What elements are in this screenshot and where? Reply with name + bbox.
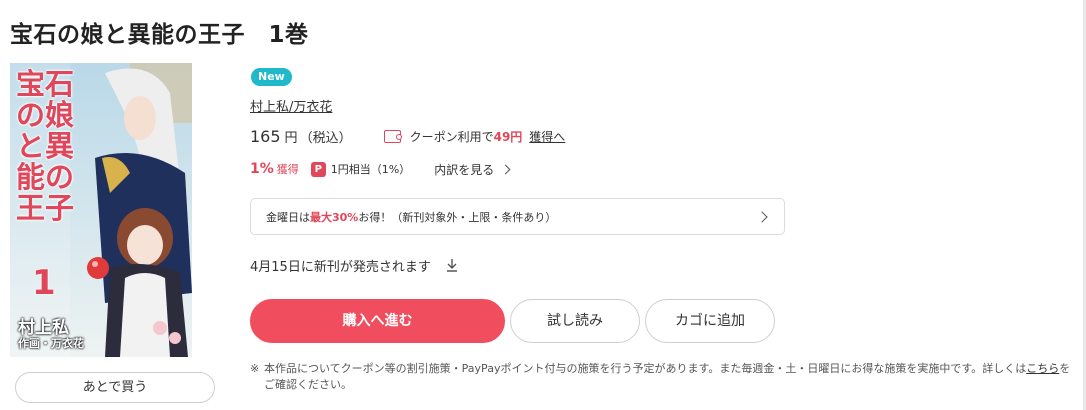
trial-read-button[interactable]: 試し読み	[510, 299, 640, 343]
promo-suffix: お得！（新刊対象外・上限・条件あり）	[358, 210, 557, 224]
cover-title-text: 宝石の娘と異能の王子	[16, 69, 84, 224]
author-link[interactable]: 村上私/万衣花	[250, 96, 332, 115]
points-breakdown-label: 内訳を見る	[434, 162, 495, 177]
paypay-icon: P	[310, 161, 326, 177]
buy-later-button[interactable]: あとで買う	[15, 372, 215, 403]
points-breakdown-link[interactable]: 内訳を見る	[434, 161, 511, 178]
cover-title-chars: 宝石の娘と異能の王子	[16, 67, 75, 225]
campaign-note: ※ 本作品についてクーポン等の割引施策・PayPayポイント付与の施策を行う予定…	[250, 361, 1080, 393]
coupon-amount: 49円	[493, 129, 523, 144]
promo-emphasis: 最大30%	[310, 210, 359, 224]
release-notice: 4月15日に新刊が発売されます	[250, 256, 459, 275]
coupon-get-link[interactable]: 獲得へ	[529, 128, 565, 145]
note-details-link[interactable]: こちら	[1026, 362, 1059, 375]
points-label: 獲得	[276, 163, 299, 176]
note-body: 本作品についてクーポン等の割引施策・PayPayポイント付与の施策を行う予定があ…	[250, 361, 1080, 393]
points-rate: 1%	[250, 161, 274, 177]
purchase-button[interactable]: 購入へ進む	[250, 299, 505, 343]
price-amount: 165	[250, 126, 281, 146]
note-mark: ※	[250, 362, 260, 375]
chevron-right-icon	[500, 164, 511, 174]
price-row: 165 円 （税込） クーポン利用で 49円 獲得へ	[250, 126, 565, 146]
book-cover-image[interactable]: 宝石の娘と異能の王子 1 村上私 作画・万衣花	[10, 63, 192, 357]
coupon-prefix: クーポン利用で	[409, 129, 494, 144]
friday-promo-banner[interactable]: 金曜日は 最大30% お得！（新刊対象外・上限・条件あり）	[250, 198, 785, 235]
price-tax-label: （税込）	[299, 130, 352, 146]
price-unit: 円	[284, 130, 298, 146]
cover-illustrator-credit: 作画・万衣花	[18, 337, 84, 350]
page-title: 宝石の娘と異能の王子 1巻	[10, 22, 309, 48]
download-arrow-icon[interactable]	[445, 258, 459, 272]
chevron-right-icon	[756, 211, 768, 223]
release-text: 4月15日に新刊が発売されます	[250, 259, 431, 275]
add-to-cart-button[interactable]: カゴに追加	[645, 299, 775, 343]
paypay-points-text: 1円相当（1%）	[330, 163, 411, 176]
new-badge: New	[251, 68, 292, 86]
cover-volume-number: 1	[32, 263, 56, 303]
points-row: 1% 獲得 P 1円相当（1%） 内訳を見る	[250, 160, 511, 178]
note-text-before: 本作品についてクーポン等の割引施策・PayPayポイント付与の施策を行う予定があ…	[264, 362, 1027, 375]
promo-prefix: 金曜日は	[266, 210, 310, 224]
coupon-icon	[383, 129, 402, 143]
